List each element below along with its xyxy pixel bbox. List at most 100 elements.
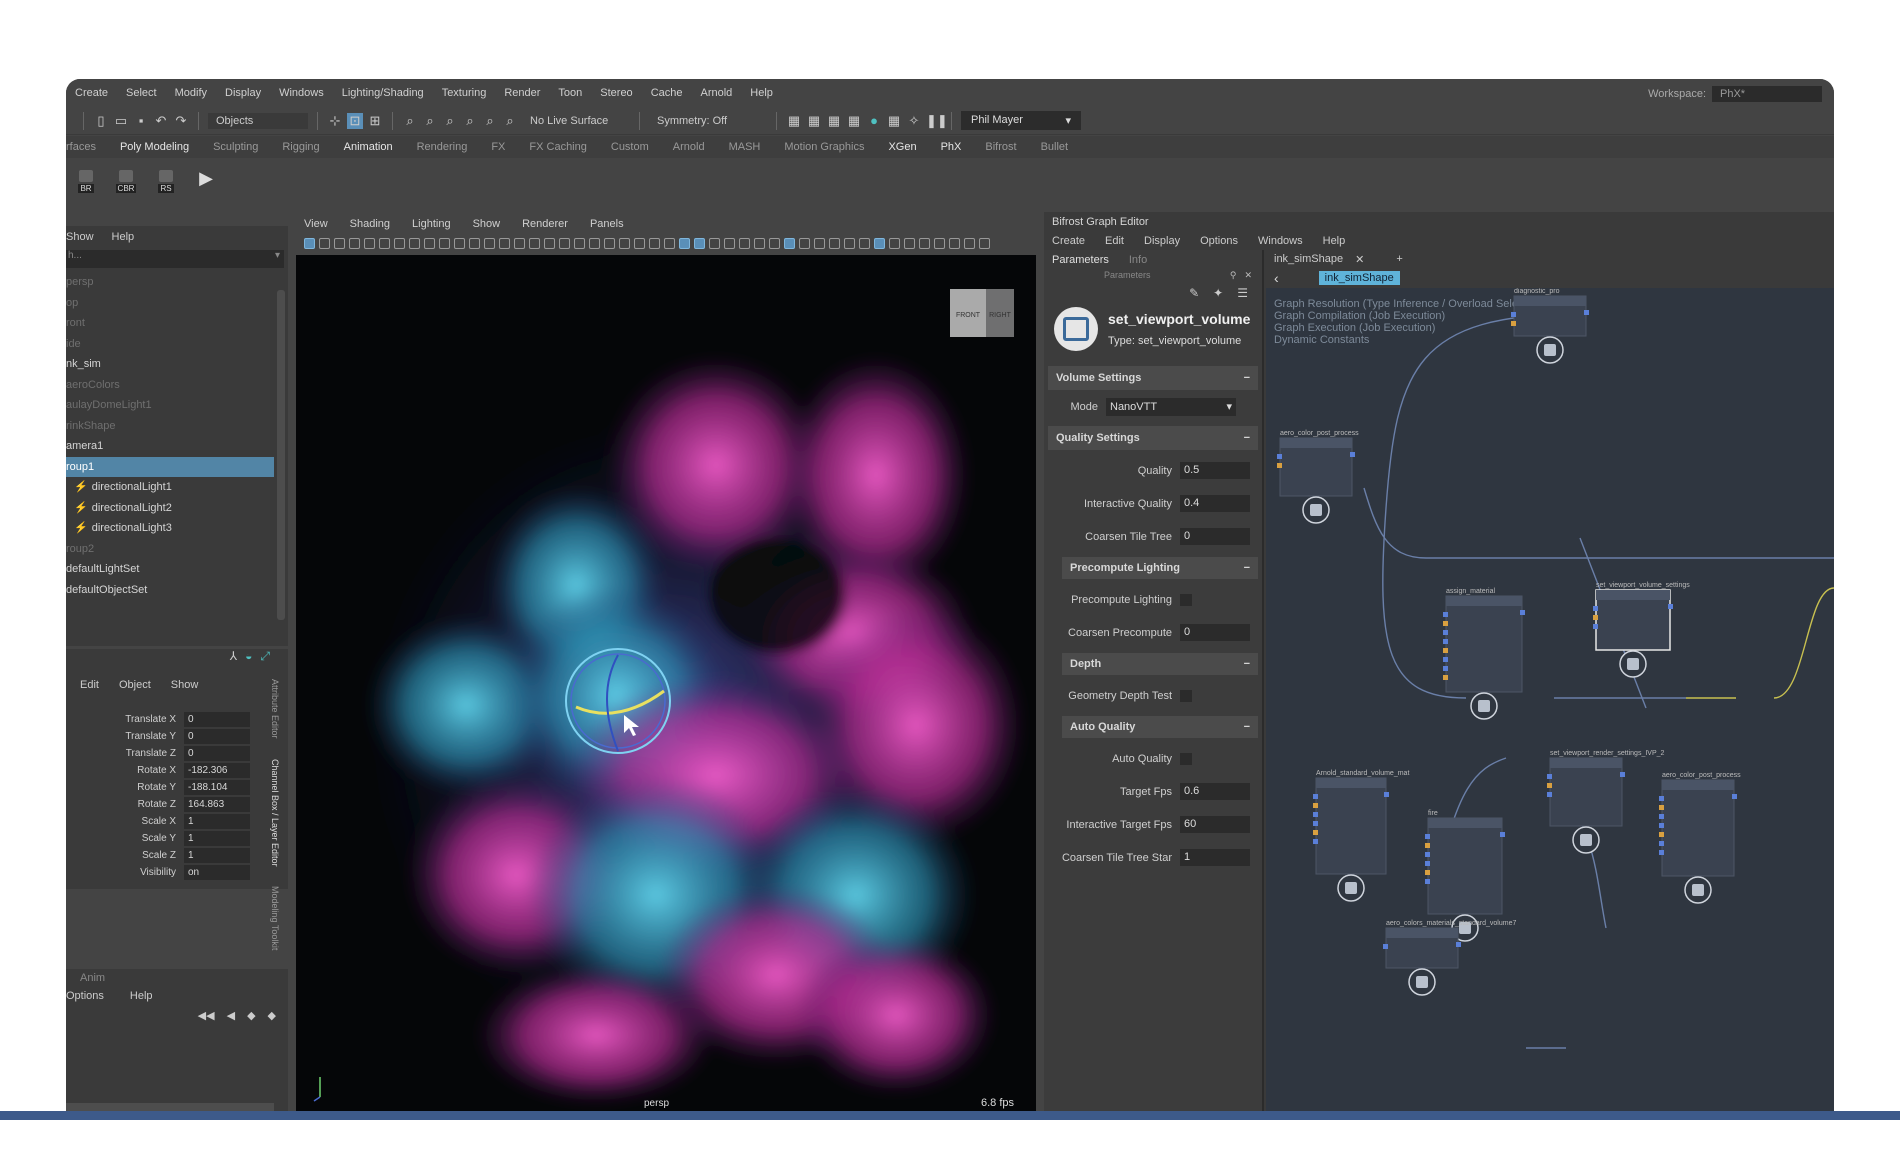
arnold-render-icon[interactable]: ✧ <box>906 113 922 129</box>
param-field[interactable]: 0 <box>1180 624 1250 641</box>
vp-menu-show[interactable]: Show <box>473 218 501 230</box>
select-component-icon[interactable]: ⊞ <box>367 113 383 129</box>
graph-node-output-port[interactable] <box>1350 452 1355 457</box>
snap-live-icon[interactable]: ⌕ <box>502 113 518 129</box>
view-cube[interactable]: FRONT RIGHT <box>950 289 1014 337</box>
outliner-item[interactable]: amera1 <box>66 436 274 457</box>
viewport-tool-icon[interactable] <box>544 237 555 249</box>
graph-node-port[interactable] <box>1547 774 1552 779</box>
vp-menu-lighting[interactable]: Lighting <box>412 218 451 230</box>
viewport-tool-icon[interactable] <box>829 237 840 249</box>
layer-add-icon[interactable]: ◆ <box>247 1009 255 1022</box>
channel-menu-edit[interactable]: Edit <box>80 679 99 691</box>
viewport-tool-icon[interactable] <box>469 237 480 249</box>
param-field[interactable]: 1 <box>1180 849 1250 866</box>
viewport-tool-icon[interactable] <box>349 237 360 249</box>
graph-node-port[interactable] <box>1425 834 1430 839</box>
layer-back-icon[interactable]: ◀ <box>227 1009 235 1022</box>
outliner-item[interactable]: rinkShape <box>66 416 274 437</box>
outliner-item[interactable]: ⚡ directionalLight2 <box>66 498 274 519</box>
shelf-tab-sculpting[interactable]: Sculpting <box>201 141 270 153</box>
viewport-tool-icon[interactable] <box>769 237 780 249</box>
shelf-tab-xgen[interactable]: XGen <box>876 141 928 153</box>
outliner-item[interactable]: aeroColors <box>66 375 274 396</box>
graph-node-port[interactable] <box>1443 630 1448 635</box>
channel-value[interactable]: 0 <box>184 746 250 761</box>
section-depth[interactable]: Depth − <box>1062 653 1258 675</box>
viewport-tool-icon[interactable] <box>874 237 885 249</box>
graph-node-body[interactable] <box>1549 757 1623 827</box>
channel-name[interactable]: Rotate Y <box>66 782 184 793</box>
shelf-tab-surfaces[interactable]: rfaces <box>66 141 108 153</box>
shelf-tab-mash[interactable]: MASH <box>717 141 773 153</box>
outliner-item[interactable]: ⚡ directionalLight1 <box>66 477 274 498</box>
graph-node-port[interactable] <box>1511 321 1516 326</box>
hamburger-menu-icon[interactable]: ☰ <box>1237 286 1248 300</box>
tab-info[interactable]: Info <box>1129 254 1147 266</box>
bf-menu-create[interactable]: Create <box>1052 235 1085 247</box>
shelf-tab-phx[interactable]: PhX <box>929 141 974 153</box>
menu-cache[interactable]: Cache <box>642 87 692 99</box>
graph-node-output-port[interactable] <box>1584 310 1589 315</box>
graph-node-port[interactable] <box>1443 666 1448 671</box>
live-surface-field[interactable]: No Live Surface <box>522 113 630 129</box>
shelf-tab-rigging[interactable]: Rigging <box>270 141 331 153</box>
graph-node-body[interactable] <box>1445 595 1523 693</box>
channel-value[interactable]: on <box>184 865 250 880</box>
shelf-tab-custom[interactable]: Custom <box>599 141 661 153</box>
graph-node-port[interactable] <box>1313 821 1318 826</box>
menu-windows[interactable]: Windows <box>270 87 333 99</box>
graph-node-port[interactable] <box>1425 879 1430 884</box>
channel-value[interactable]: 0 <box>184 712 250 727</box>
graph-node-port[interactable] <box>1425 852 1430 857</box>
param-checkbox[interactable] <box>1180 689 1192 702</box>
section-auto-quality[interactable]: Auto Quality − <box>1062 716 1258 738</box>
snap-view-icon[interactable]: ⌕ <box>462 113 478 129</box>
bf-menu-help[interactable]: Help <box>1323 235 1346 247</box>
layer-menu-options[interactable]: Options <box>66 990 104 1002</box>
channel-name[interactable]: Scale X <box>66 816 184 827</box>
select-object-icon[interactable]: ⊡ <box>347 112 363 129</box>
section-quality-settings[interactable]: Quality Settings − <box>1048 426 1258 450</box>
menu-render[interactable]: Render <box>495 87 549 99</box>
viewport-tool-icon[interactable] <box>949 237 960 249</box>
param-field[interactable]: 0 <box>1180 528 1250 545</box>
close-icon[interactable]: ✕ <box>1244 270 1252 286</box>
channel-value[interactable]: 164.863 <box>184 797 250 812</box>
viewport-tool-icon[interactable] <box>859 237 870 249</box>
graph-node[interactable]: aero_color_post_process <box>1277 430 1359 524</box>
outliner-menu-show[interactable]: Show <box>66 231 94 243</box>
viewport-tool-icon[interactable] <box>754 237 765 249</box>
outliner-search-input[interactable]: h... ▾ <box>66 250 284 268</box>
outliner-scrollbar[interactable] <box>277 290 285 620</box>
viewport-tool-icon[interactable] <box>679 237 690 249</box>
viewport-tool-icon[interactable] <box>439 237 450 249</box>
layer-new-icon[interactable]: ◆ <box>268 1009 276 1022</box>
layer-tab-anim[interactable]: Anim <box>66 969 288 987</box>
outliner-item[interactable]: ront <box>66 313 274 334</box>
graph-node[interactable]: Arnold_standard_volume_mat <box>1313 770 1409 902</box>
tab-attribute-editor[interactable]: Attribute Editor <box>270 679 280 739</box>
menu-display[interactable]: Display <box>216 87 270 99</box>
snap-surface-icon[interactable]: ⌕ <box>482 113 498 129</box>
graph-node[interactable]: aero_color_post_process <box>1659 772 1741 904</box>
graph-node-port[interactable] <box>1425 870 1430 875</box>
pause-icon[interactable]: ❚❚ <box>926 113 948 129</box>
graph-node[interactable]: set_viewport_volume_settings <box>1593 582 1690 678</box>
channel-name[interactable]: Scale Y <box>66 833 184 844</box>
viewport-tool-icon[interactable] <box>424 237 435 249</box>
add-tab-icon[interactable]: + <box>1396 253 1402 265</box>
viewport-tool-icon[interactable] <box>844 237 855 249</box>
graph-node-output-port[interactable] <box>1456 942 1461 947</box>
pin-node-icon[interactable]: ✦ <box>1213 286 1223 300</box>
graph-node-port[interactable] <box>1443 657 1448 662</box>
graph-node-port[interactable] <box>1547 783 1552 788</box>
shelf-tab-bifrost[interactable]: Bifrost <box>973 141 1028 153</box>
channel-value[interactable]: 0 <box>184 729 250 744</box>
shelf-tab-motion-graphics[interactable]: Motion Graphics <box>772 141 876 153</box>
section-volume-settings[interactable]: Volume Settings − <box>1048 366 1258 390</box>
graph-node[interactable]: aero_colors_materials_standard_volume7 <box>1383 920 1516 996</box>
shelf-button-play-icon[interactable]: ▶ <box>192 163 220 193</box>
channel-name[interactable]: Scale Z <box>66 850 184 861</box>
graph-node-body[interactable] <box>1427 817 1503 915</box>
